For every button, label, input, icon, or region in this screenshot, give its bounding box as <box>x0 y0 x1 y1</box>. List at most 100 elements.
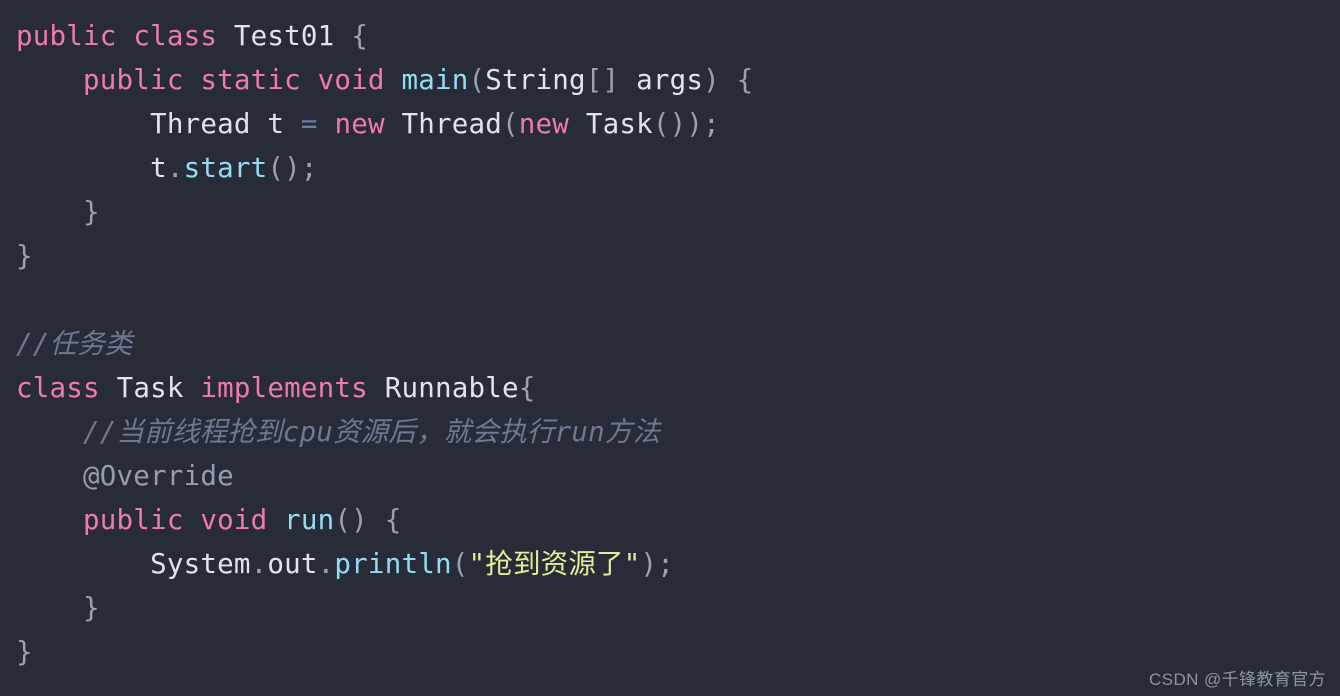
code-token-punct: } <box>83 592 100 624</box>
code-token-keyword: public <box>83 504 184 536</box>
code-token-keyword: new <box>334 108 385 140</box>
code-line: //当前线程抢到cpu资源后，就会执行run方法 <box>0 410 1340 454</box>
code-token-keyword: static <box>200 64 301 96</box>
code-line: public class Test01 { <box>0 14 1340 58</box>
code-token-punct: { <box>518 372 536 404</box>
code-token-comment: //任务类 <box>16 328 133 360</box>
code-editor-surface[interactable]: public class Test01 { public static void… <box>0 0 1340 696</box>
code-token-ident: Runnable <box>384 372 519 404</box>
code-line: } <box>0 234 1340 278</box>
code-token-punct: ) <box>640 548 658 580</box>
code-token-comment: //当前线程抢到cpu资源后，就会执行run方法 <box>83 416 661 448</box>
code-token-keyword: void <box>317 64 385 96</box>
csdn-watermark: CSDN @千锋教育官方 <box>1149 670 1326 689</box>
code-token-method: start <box>183 152 268 184</box>
code-token-ident: Test01 <box>233 20 335 52</box>
code-token-punct: [] <box>585 64 620 96</box>
code-line: @Override <box>0 454 1340 498</box>
code-token-ident: Task <box>116 372 184 404</box>
code-token-punct: { <box>384 504 402 536</box>
code-token-type: Thread <box>401 108 503 140</box>
code-token-punct: ()) <box>652 108 704 140</box>
code-token-ident: t <box>150 152 167 184</box>
code-token-keyword: new <box>518 108 570 140</box>
code-token-punct: () <box>334 504 368 536</box>
code-token-punct: . <box>317 548 335 580</box>
code-token-keyword: class <box>16 372 100 404</box>
code-token-punct: } <box>16 240 33 272</box>
code-token-ident: out <box>267 548 318 580</box>
code-token-punct: ( <box>502 108 519 140</box>
code-token-punct: . <box>250 548 268 580</box>
code-line: Thread t = new Thread(new Task()); <box>0 102 1340 146</box>
code-block[interactable]: public class Test01 { public static void… <box>0 14 1340 674</box>
code-line: } <box>0 586 1340 630</box>
code-token-punct: { <box>351 20 368 52</box>
code-token-keyword: class <box>133 20 218 52</box>
code-token-punct: { <box>736 64 754 96</box>
code-token-method: main <box>401 64 469 96</box>
code-token-punct: () <box>267 152 301 184</box>
code-token-punct: } <box>16 636 33 668</box>
code-token-keyword: implements <box>200 372 368 404</box>
code-token-type: System <box>150 548 251 580</box>
code-token-punct: . <box>166 152 184 184</box>
code-token-annot: @Override <box>83 460 234 492</box>
code-line: } <box>0 190 1340 234</box>
code-token-type: String <box>485 64 586 96</box>
code-token-punct: ( <box>468 64 486 96</box>
code-line: System.out.println("抢到资源了"); <box>0 542 1340 586</box>
code-token-ident: args <box>636 64 704 96</box>
code-token-punct: } <box>83 196 100 228</box>
code-token-type: Task <box>585 108 653 140</box>
code-line: public static void main(String[] args) { <box>0 58 1340 102</box>
code-token-method: run <box>284 504 335 536</box>
code-token-punct: ; <box>657 548 675 580</box>
code-line: //任务类 <box>0 322 1340 366</box>
code-token-method: println <box>334 548 452 580</box>
code-token-ident: t <box>267 108 285 140</box>
code-line: } <box>0 630 1340 674</box>
code-token-string: "抢到资源了" <box>468 548 641 580</box>
code-token-type: Thread <box>150 108 251 140</box>
code-token-punct: ; <box>300 152 318 184</box>
code-token-punct: ; <box>703 108 720 140</box>
code-token-punct: ( <box>451 548 469 580</box>
code-token-keyword: void <box>200 504 268 536</box>
code-line: public void run() { <box>0 498 1340 542</box>
code-line: t.start(); <box>0 146 1340 190</box>
code-line: class Task implements Runnable{ <box>0 366 1340 410</box>
code-token-keyword: public <box>83 64 184 96</box>
code-token-keyword: public <box>16 20 117 52</box>
code-token-punct: ) <box>703 64 720 96</box>
code-token-operator: = <box>300 108 318 140</box>
